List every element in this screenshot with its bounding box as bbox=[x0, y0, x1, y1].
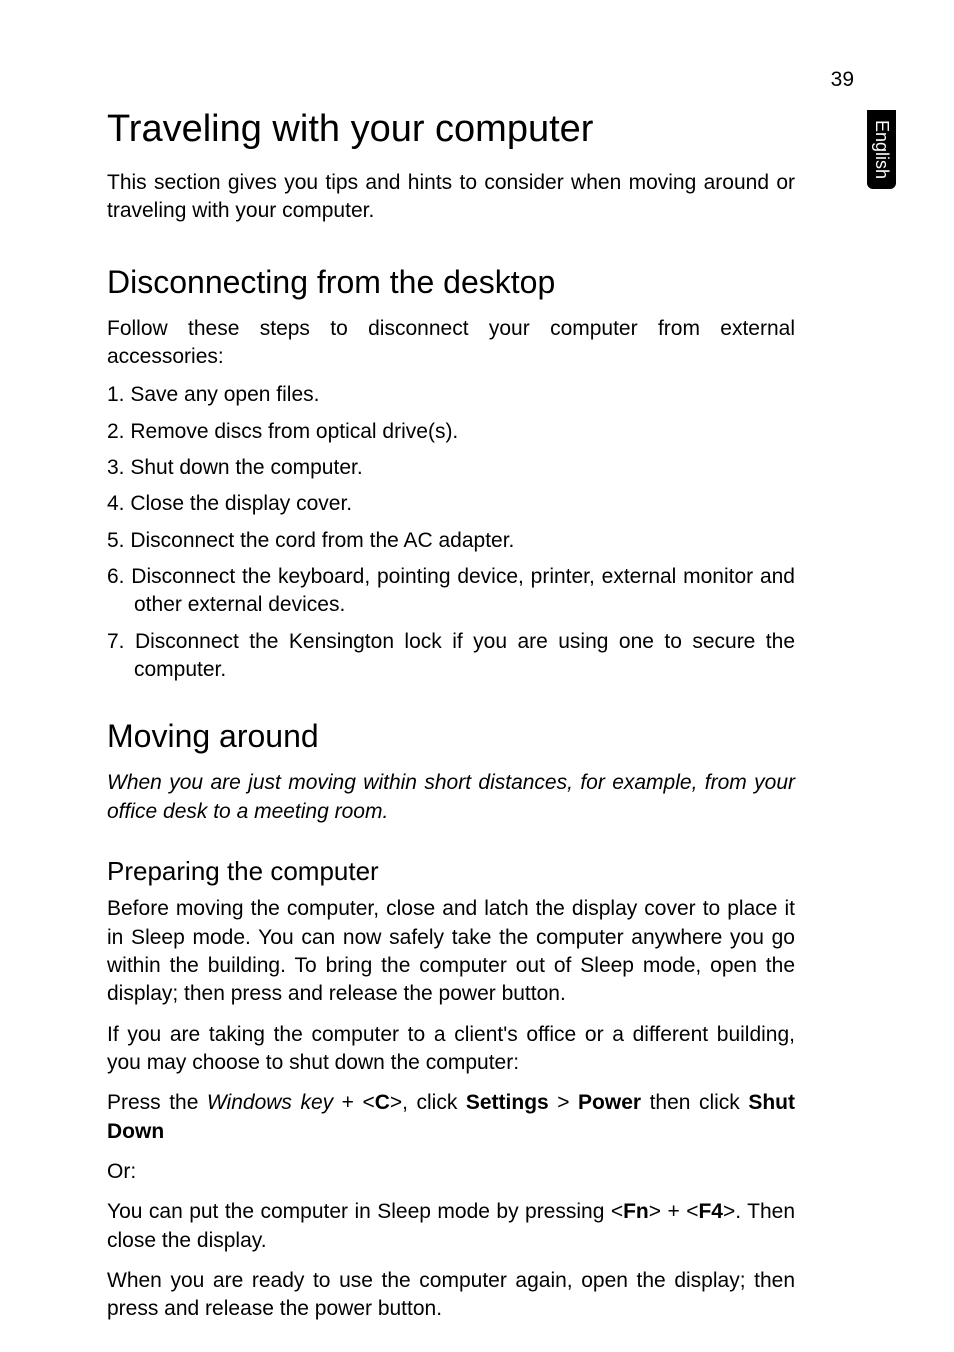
p3-mid3: then click bbox=[641, 1091, 748, 1114]
page-content: Traveling with your computer This sectio… bbox=[107, 108, 795, 1336]
settings-label: Settings bbox=[466, 1091, 549, 1114]
preparing-p6: When you are ready to use the computer a… bbox=[107, 1267, 795, 1324]
p3-prefix: Press the bbox=[107, 1091, 207, 1114]
preparing-p4: Or: bbox=[107, 1158, 795, 1186]
list-item: 6. Disconnect the keyboard, pointing dev… bbox=[107, 563, 795, 620]
moving-intro-italic: When you are just moving within short di… bbox=[107, 769, 795, 826]
intro-paragraph: This section gives you tips and hints to… bbox=[107, 169, 795, 226]
subheading-preparing: Preparing the computer bbox=[107, 856, 795, 887]
section1-intro: Follow these steps to disconnect your co… bbox=[107, 315, 795, 372]
preparing-p3: Press the Windows key + <C>, click Setti… bbox=[107, 1089, 795, 1146]
p3-gt: > bbox=[549, 1091, 578, 1114]
preparing-p2: If you are taking the computer to a clie… bbox=[107, 1021, 795, 1078]
section-heading-moving: Moving around bbox=[107, 718, 795, 755]
list-item: 5. Disconnect the cord from the AC adapt… bbox=[107, 527, 795, 555]
preparing-p5: You can put the computer in Sleep mode b… bbox=[107, 1198, 795, 1255]
list-item: 7. Disconnect the Kensington lock if you… bbox=[107, 628, 795, 685]
power-label: Power bbox=[578, 1091, 641, 1114]
key-c: C bbox=[375, 1091, 390, 1114]
windows-key-text: Windows key bbox=[207, 1091, 333, 1114]
disconnect-steps-list: 1. Save any open files. 2. Remove discs … bbox=[107, 381, 795, 684]
page-number: 39 bbox=[831, 68, 854, 92]
p3-mid1: + < bbox=[333, 1091, 375, 1114]
key-f4: F4 bbox=[698, 1200, 723, 1223]
list-item: 4. Close the display cover. bbox=[107, 490, 795, 518]
p3-mid2: >, click bbox=[390, 1091, 466, 1114]
key-fn: Fn bbox=[623, 1200, 649, 1223]
section-heading-disconnecting: Disconnecting from the desktop bbox=[107, 264, 795, 301]
main-heading: Traveling with your computer bbox=[107, 108, 795, 151]
list-item: 3. Shut down the computer. bbox=[107, 454, 795, 482]
list-item: 1. Save any open files. bbox=[107, 381, 795, 409]
list-item: 2. Remove discs from optical drive(s). bbox=[107, 418, 795, 446]
p5-mid: > + < bbox=[649, 1200, 699, 1223]
preparing-p1: Before moving the computer, close and la… bbox=[107, 895, 795, 1008]
language-tab: English bbox=[867, 110, 896, 189]
p5-prefix: You can put the computer in Sleep mode b… bbox=[107, 1200, 623, 1223]
